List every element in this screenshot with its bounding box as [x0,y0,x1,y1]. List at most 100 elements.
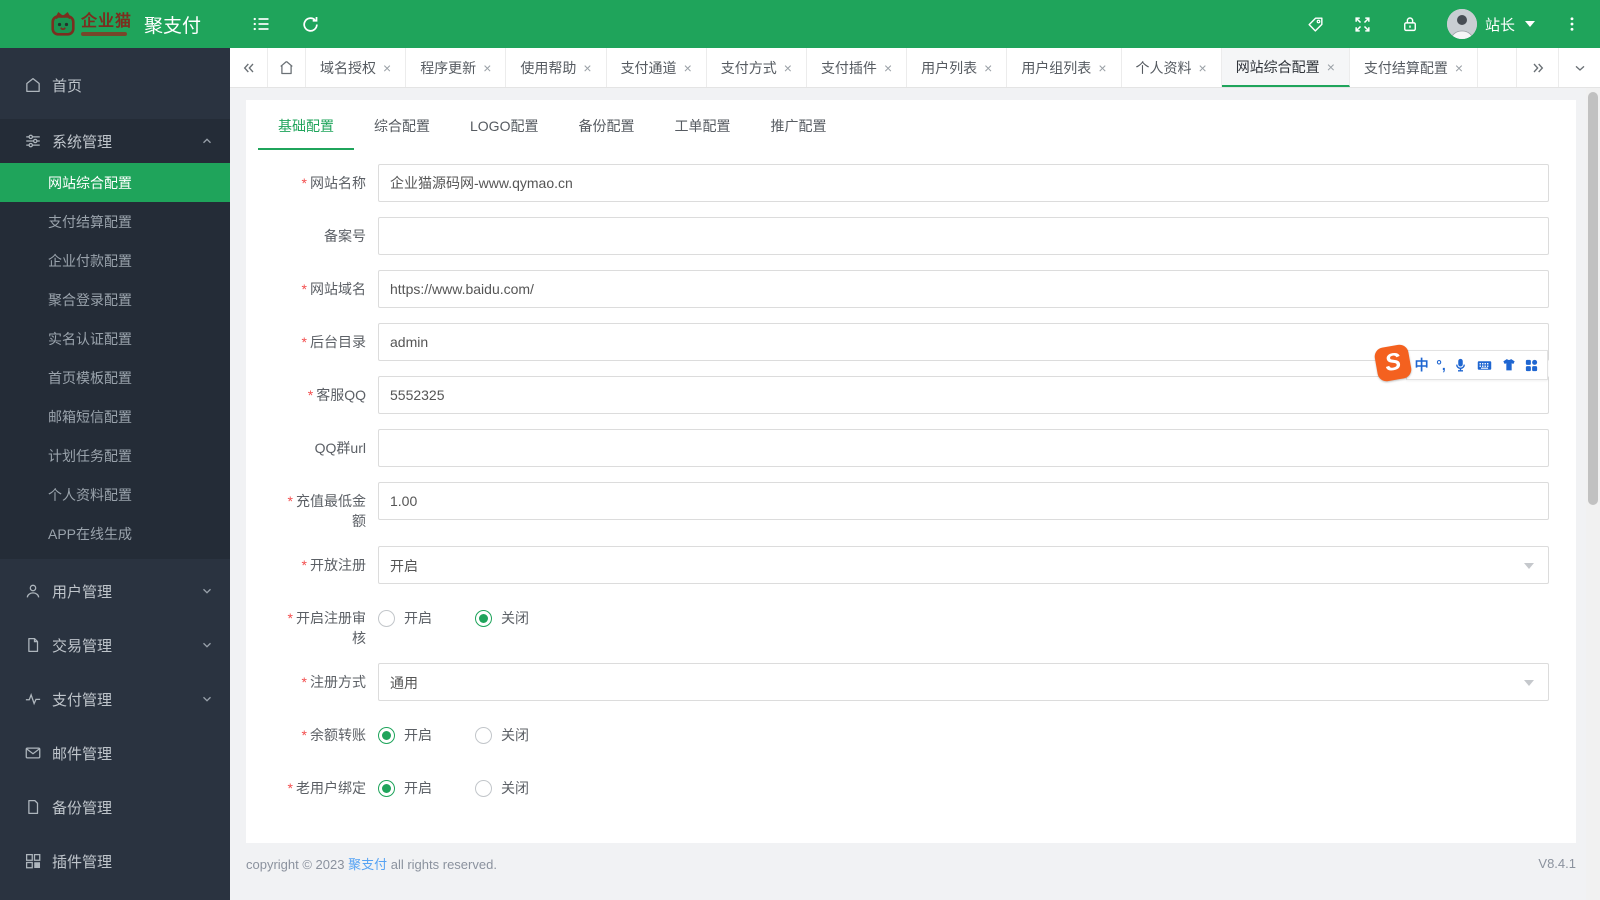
tab-program-update[interactable]: 程序更新 × [406,48,507,87]
user-menu[interactable]: 站长 [1446,9,1535,39]
tab-close-icon[interactable]: × [1098,61,1106,75]
tab-close-icon[interactable]: × [984,61,992,75]
tab-pay-method[interactable]: 支付方式 × [707,48,807,87]
sidebar-item-label: 用户管理 [52,583,113,601]
ime-skin-icon[interactable] [1501,357,1517,373]
sidebar-group-system: 系统管理 网站综合配置 支付结算配置 企业付款配置 聚合登录配置 实名认证配置 … [0,119,230,559]
radio-option-off[interactable]: 关闭 [475,778,529,798]
sidebar-subitem-mail-sms-config[interactable]: 邮箱短信配置 [0,397,230,436]
app-title: 聚支付 [144,15,202,37]
tab-domain-auth[interactable]: 域名授权 × [306,48,407,87]
sidebar-item-trade-mgmt[interactable]: 交易管理 [0,625,230,665]
fullscreen-button[interactable] [1353,14,1373,34]
tab-close-icon[interactable]: × [884,61,892,75]
open-register-select[interactable]: 开启 [378,546,1549,584]
admin-dir-input[interactable] [378,323,1549,361]
form-row: * 老用户绑定 开启 关闭 [246,769,1576,807]
sidebar-collapse-button[interactable] [251,14,271,34]
sidebar-subitem-site-config[interactable]: 网站综合配置 [0,163,230,202]
sidebar-subitem-realname-config[interactable]: 实名认证配置 [0,319,230,358]
radio-option-off[interactable]: 关闭 [475,608,529,628]
kebab-icon [1570,17,1574,31]
tab-logo-config[interactable]: LOGO配置 [450,100,558,150]
tab-backup-config[interactable]: 备份配置 [558,100,654,150]
site-domain-input[interactable] [378,270,1549,308]
sidebar-item-home[interactable]: 首页 [0,65,230,105]
document-icon [24,636,42,654]
radio-option-on[interactable]: 开启 [378,725,432,745]
tabs-menu-button[interactable] [1558,48,1600,87]
lock-screen-button[interactable] [1400,14,1420,34]
radio-option-on[interactable]: 开启 [378,778,432,798]
more-menu-button[interactable] [1562,14,1582,34]
select-caret-icon [1524,563,1534,569]
ime-microphone-icon[interactable] [1453,358,1468,373]
balance-transfer-radio-group: 开启 关闭 [378,716,1549,754]
refresh-icon [302,16,318,32]
sidebar-item-system[interactable]: 系统管理 [0,119,230,163]
sidebar-subitem-company-pay-config[interactable]: 企业付款配置 [0,241,230,280]
ime-punctuation-icon[interactable]: °, [1436,358,1446,372]
radio-option-on[interactable]: 开启 [378,608,432,628]
ime-toolbox-icon[interactable] [1524,358,1539,373]
tab-general-config[interactable]: 综合配置 [354,100,450,150]
tabs-scroll-left-button[interactable] [230,48,268,87]
sidebar-subitem-agg-login-config[interactable]: 聚合登录配置 [0,280,230,319]
sidebar-subitem-app-generate[interactable]: APP在线生成 [0,514,230,553]
tab-close-icon[interactable]: × [483,61,491,75]
tab-pay-channel[interactable]: 支付通道 × [607,48,707,87]
sidebar-subitem-cron-config[interactable]: 计划任务配置 [0,436,230,475]
logo-text: 企业猫 [81,12,133,30]
register-mode-select[interactable]: 通用 [378,663,1549,701]
icp-number-input[interactable] [378,217,1549,255]
radio-option-off[interactable]: 关闭 [475,725,529,745]
sidebar-item-mail-mgmt[interactable]: 邮件管理 [0,733,230,773]
tab-close-icon[interactable]: × [383,61,391,75]
old-user-bind-radio-group: 开启 关闭 [378,769,1549,807]
sogou-logo-icon[interactable]: S [1373,343,1413,383]
tab-help[interactable]: 使用帮助 × [506,48,607,87]
tab-close-icon[interactable]: × [1199,61,1207,75]
tab-close-icon[interactable]: × [784,61,792,75]
tabs-scroll-right-button[interactable] [1516,48,1558,87]
top-header: 企业猫 聚支付 站长 [0,0,1600,48]
chevron-down-icon [1575,65,1584,71]
ime-keyboard-icon[interactable] [1476,357,1493,374]
tab-profile[interactable]: 个人资料 × [1122,48,1222,87]
refresh-button[interactable] [300,14,320,34]
sidebar-subitem-pay-settle-config[interactable]: 支付结算配置 [0,202,230,241]
sidebar-item-plugin-mgmt[interactable]: 插件管理 [0,841,230,881]
tab-close-icon[interactable]: × [1327,60,1335,74]
service-qq-input[interactable] [378,376,1549,414]
scrollbar-thumb[interactable] [1588,92,1598,505]
sidebar: 首页 系统管理 网站综合配置 支付结算配置 企业付款配置 聚合登录配置 实名认证… [0,48,230,900]
tab-workorder-config[interactable]: 工单配置 [654,100,750,150]
sidebar-item-pay-mgmt[interactable]: 支付管理 [0,679,230,719]
footer-brand-link[interactable]: 聚支付 [348,857,387,872]
sidebar-item-user-mgmt[interactable]: 用户管理 [0,571,230,611]
tab-promotion-config[interactable]: 推广配置 [750,100,846,150]
tab-close-icon[interactable]: × [583,61,591,75]
sidebar-subitem-home-template-config[interactable]: 首页模板配置 [0,358,230,397]
sidebar-item-backup-mgmt[interactable]: 备份管理 [0,787,230,827]
site-name-input[interactable] [378,164,1549,202]
min-recharge-input[interactable] [378,482,1549,520]
tab-home-button[interactable] [268,48,306,87]
copyright-text: copyright © 2023 聚支付 all rights reserved… [246,857,497,872]
sidebar-subitem-profile-config[interactable]: 个人资料配置 [0,475,230,514]
tab-site-config-active[interactable]: 网站综合配置 × [1221,48,1350,87]
tab-close-icon[interactable]: × [1455,61,1463,75]
form-row: * 开放注册 开启 [246,546,1576,584]
tab-user-list[interactable]: 用户列表 × [907,48,1008,87]
tab-pay-settle-config[interactable]: 支付结算配置 × [1350,48,1479,87]
tag-button[interactable] [1306,14,1326,34]
tab-close-icon[interactable]: × [684,61,692,75]
field-label: * 网站名称 [301,175,366,191]
ime-chinese-mode-icon[interactable]: 中 [1415,358,1429,372]
chevron-down-icon [200,584,214,598]
tab-pay-plugin[interactable]: 支付插件 × [807,48,908,87]
qq-group-url-input[interactable] [378,429,1549,467]
field-label: * 后台目录 [301,334,366,350]
tab-basic-config[interactable]: 基础配置 [258,100,354,150]
tab-user-group-list[interactable]: 用户组列表 × [1007,48,1122,87]
